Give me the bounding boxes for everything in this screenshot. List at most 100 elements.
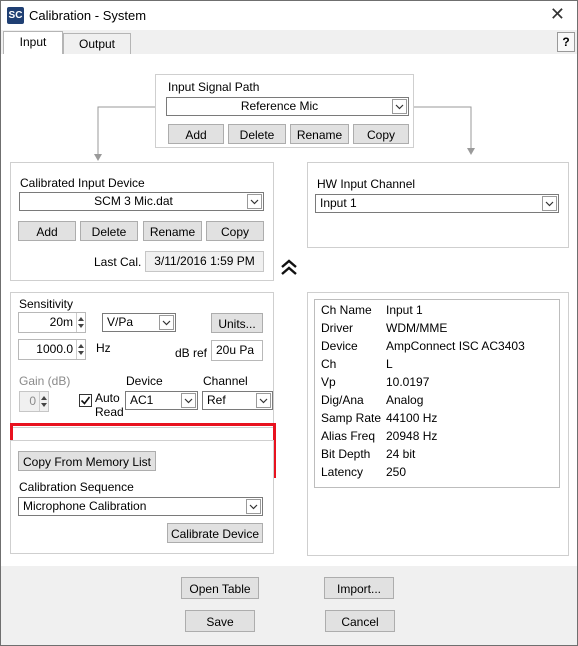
tab-strip: Input Output ? — [1, 30, 577, 55]
signal-path-add-button[interactable]: Add — [168, 124, 224, 144]
cancel-button[interactable]: Cancel — [325, 610, 395, 632]
close-icon[interactable]: ✕ — [550, 4, 565, 25]
info-key: Alias Freq — [321, 429, 376, 443]
info-key: Device — [321, 339, 358, 353]
info-key: Ch — [321, 357, 337, 371]
info-key: Samp Rate — [321, 411, 382, 425]
info-value: Analog — [386, 393, 424, 407]
tab-input[interactable]: Input — [3, 31, 63, 54]
info-value: 20948 Hz — [386, 429, 438, 443]
calibrated-device-title: Calibrated Input Device — [20, 176, 145, 190]
info-row: Bit Depth 24 bit — [315, 447, 559, 465]
last-cal-value: 3/11/2016 1:59 PM — [145, 251, 264, 272]
save-button[interactable]: Save — [185, 610, 255, 632]
info-row: Alias Freq 20948 Hz — [315, 429, 559, 447]
info-row: Vp 10.0197 — [315, 375, 559, 393]
gain-value: 0 — [29, 394, 36, 408]
app-icon: SC — [7, 7, 24, 24]
chevron-down-icon[interactable] — [392, 99, 407, 114]
db-ref-value[interactable]: 20u Pa — [211, 340, 263, 361]
calibrated-device-select[interactable]: SCM 3 Mic.dat — [19, 192, 264, 211]
info-row: Driver WDM/MME — [315, 321, 559, 339]
device-value: AC1 — [130, 393, 154, 407]
signal-path-select[interactable]: Reference Mic — [166, 97, 409, 116]
info-key: Driver — [321, 321, 353, 335]
calibrated-device-value: SCM 3 Mic.dat — [94, 194, 173, 208]
input-signal-path-panel: Input Signal Path Reference Mic Add Dele… — [155, 74, 414, 148]
chevron-down-icon[interactable] — [247, 194, 262, 209]
units-button[interactable]: Units... — [211, 313, 263, 333]
channel-label: Channel — [203, 374, 248, 388]
bottom-button-bar: Open Table Import... Save Cancel — [1, 566, 577, 645]
calibration-sequence-label: Calibration Sequence — [19, 480, 134, 494]
input-tab-content: Input Signal Path Reference Mic Add Dele… — [1, 54, 577, 566]
frequency-input[interactable]: 1000.0 — [18, 339, 86, 360]
spinner-icon[interactable] — [76, 340, 85, 359]
sensitivity-value: 20m — [49, 315, 73, 329]
spinner-icon[interactable] — [76, 313, 85, 332]
device-select[interactable]: AC1 — [125, 391, 198, 410]
info-key: Vp — [321, 375, 336, 389]
auto-read-line1: Auto — [95, 391, 120, 405]
chevron-down-icon[interactable] — [159, 315, 174, 330]
device-copy-button[interactable]: Copy — [206, 221, 264, 241]
hw-input-channel-value: Input 1 — [320, 196, 357, 210]
info-key: Latency — [321, 465, 364, 479]
signal-path-copy-button[interactable]: Copy — [353, 124, 409, 144]
info-value: 44100 Hz — [386, 411, 438, 425]
info-value: WDM/MME — [386, 321, 448, 335]
hw-input-channel-title: HW Input Channel — [317, 177, 416, 191]
auto-read-line2: Read — [95, 405, 124, 419]
channel-value: Ref — [207, 393, 226, 407]
tab-output[interactable]: Output — [63, 33, 131, 54]
checkmark-icon — [80, 396, 91, 405]
db-ref-label: dB ref — [175, 346, 208, 360]
channel-select[interactable]: Ref — [202, 391, 273, 410]
chevron-down-icon[interactable] — [542, 196, 557, 211]
help-button[interactable]: ? — [557, 32, 575, 52]
info-row: Latency 250 — [315, 465, 559, 483]
info-row: Samp Rate 44100 Hz — [315, 411, 559, 429]
down-arrow-icon-right — [467, 148, 475, 155]
sensitivity-unit-select[interactable]: V/Pa — [102, 313, 176, 332]
device-label: Device — [126, 374, 163, 388]
left-connector-line — [97, 106, 155, 156]
last-cal-label: Last Cal. — [94, 255, 142, 269]
spinner-icon — [39, 392, 48, 411]
sensitivity-title: Sensitivity — [19, 297, 74, 311]
hw-input-channel-select[interactable]: Input 1 — [315, 194, 559, 213]
chevron-down-icon[interactable] — [181, 393, 196, 408]
info-value: 24 bit — [386, 447, 416, 461]
frequency-value: 1000.0 — [36, 342, 73, 356]
auto-read-checkbox[interactable] — [79, 394, 92, 407]
device-add-button[interactable]: Add — [18, 221, 76, 241]
device-delete-button[interactable]: Delete — [80, 221, 138, 241]
sensitivity-value-input[interactable]: 20m — [18, 312, 86, 333]
info-key: Ch Name — [321, 303, 372, 317]
calibrate-device-button[interactable]: Calibrate Device — [167, 523, 263, 543]
double-chevron-up-icon[interactable] — [280, 258, 298, 276]
calibration-sequence-value: Microphone Calibration — [23, 499, 147, 513]
info-row: Dig/Ana Analog — [315, 393, 559, 411]
info-value: L — [386, 357, 393, 371]
channel-info-list: Ch Name Input 1 Driver WDM/MME Device AmpCo… — [314, 299, 560, 488]
chevron-down-icon[interactable] — [246, 499, 261, 514]
info-key: Bit Depth — [321, 447, 371, 461]
chevron-down-icon[interactable] — [256, 393, 271, 408]
device-rename-button[interactable]: Rename — [143, 221, 202, 241]
signal-path-delete-button[interactable]: Delete — [228, 124, 286, 144]
hz-label: Hz — [96, 341, 111, 355]
auto-read-label: Auto Read — [95, 391, 124, 419]
gain-input: 0 — [19, 391, 49, 412]
open-table-button[interactable]: Open Table — [181, 577, 259, 599]
calibration-sequence-select[interactable]: Microphone Calibration — [18, 497, 263, 516]
signal-path-rename-button[interactable]: Rename — [290, 124, 349, 144]
gain-label: Gain (dB) — [19, 374, 71, 388]
info-key: Dig/Ana — [321, 393, 364, 407]
copy-from-memory-button[interactable]: Copy From Memory List — [18, 451, 156, 471]
info-row: Ch Name Input 1 — [315, 303, 559, 321]
info-value: 250 — [386, 465, 407, 479]
import-button[interactable]: Import... — [324, 577, 394, 599]
info-value: AmpConnect ISC AC3403 — [386, 339, 525, 353]
right-connector-line — [412, 106, 472, 150]
